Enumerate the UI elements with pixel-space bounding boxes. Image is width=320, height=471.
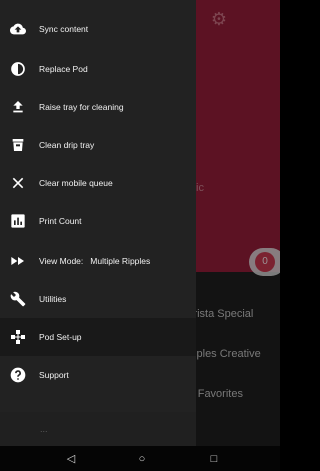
menu-item-replace-pod[interactable]: Replace Pod — [0, 50, 196, 88]
close-icon — [10, 175, 26, 191]
menu-item-label: Pod Set-up — [39, 332, 82, 342]
menu-item-support[interactable]: Support — [0, 356, 196, 394]
menu-item-partial-label: ... — [40, 424, 48, 434]
menu-item-label: Raise tray for cleaning — [39, 102, 124, 112]
menu-item-clean-drip-tray[interactable]: Clean drip tray — [0, 126, 196, 164]
menu-item-label: Sync content — [39, 24, 89, 34]
menu-item-partial[interactable]: ... — [0, 412, 196, 446]
system-navigation-bar: ◁ ○ □ — [0, 446, 280, 471]
menu-item-utilities[interactable]: Utilities — [0, 280, 196, 318]
wrench-icon — [10, 291, 26, 307]
help-icon — [10, 367, 26, 383]
fast-forward-icon — [10, 253, 26, 269]
view-mode-label: View Mode: — [39, 256, 84, 266]
menu-item-label: Clean drip tray — [39, 140, 95, 150]
menu-item-label: View Mode: Multiple Ripples — [39, 256, 150, 266]
menu-item-pod-setup[interactable]: Pod Set-up — [0, 318, 196, 356]
menu-item-sync-content[interactable]: Sync content — [0, 10, 196, 48]
raise-tray-icon — [10, 99, 26, 115]
cloud-upload-icon — [10, 21, 26, 37]
menu-item-label: Support — [39, 370, 69, 380]
navigation-drawer: Sync content Replace Pod Raise tray for … — [0, 0, 196, 446]
menu-item-label: Replace Pod — [39, 64, 88, 74]
back-button[interactable]: ◁ — [63, 451, 79, 467]
recents-button[interactable]: □ — [206, 451, 222, 467]
menu-item-clear-mobile-queue[interactable]: Clear mobile queue — [0, 164, 196, 202]
menu-item-view-mode[interactable]: View Mode: Multiple Ripples — [0, 242, 196, 280]
home-button[interactable]: ○ — [134, 451, 150, 467]
menu-item-label: Clear mobile queue — [39, 178, 113, 188]
menu-item-raise-tray[interactable]: Raise tray for cleaning — [0, 88, 196, 126]
menu-item-label: Print Count — [39, 216, 82, 226]
view-mode-value: Multiple Ripples — [90, 256, 151, 266]
menu-item-print-count[interactable]: Print Count — [0, 202, 196, 240]
contrast-icon — [10, 61, 26, 77]
screen: ✦ ⚙ ic 0 Barista Special Ripples Creativ… — [0, 0, 280, 471]
bar-chart-icon — [10, 213, 26, 229]
drip-tray-icon — [10, 137, 26, 153]
pod-setup-icon — [10, 329, 26, 345]
menu-item-label: Utilities — [39, 294, 67, 304]
